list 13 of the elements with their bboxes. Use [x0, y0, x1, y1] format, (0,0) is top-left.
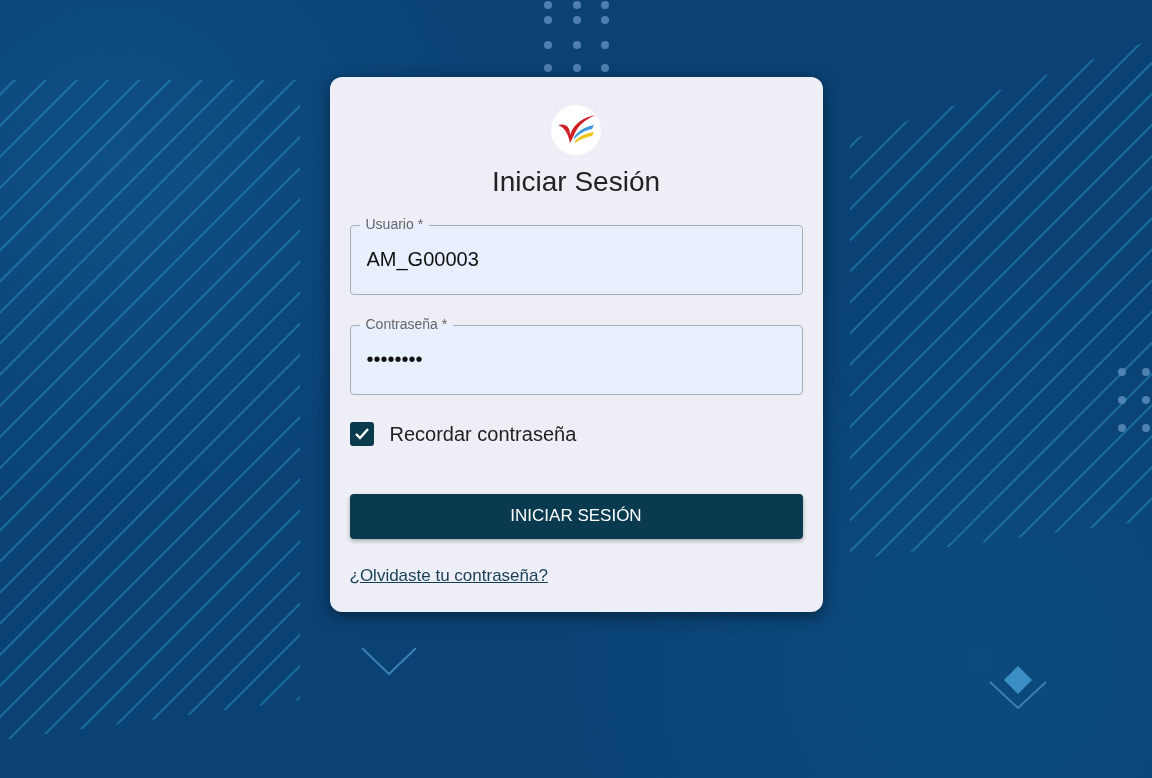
checkmark-icon [353, 426, 370, 441]
login-button[interactable]: INICIAR SESIÓN [349, 493, 803, 539]
chevron-shape [361, 647, 417, 676]
logo-icon [551, 105, 601, 155]
forgot-password-link[interactable]: ¿Olvidaste tu contraseña? [349, 565, 548, 585]
dot-pattern-drawing [544, 1, 609, 72]
diamond-chevron-drawing [989, 666, 1047, 710]
remember-label: Recordar contraseña [389, 421, 577, 447]
remember-checkbox[interactable] [349, 421, 374, 446]
login-title: Iniciar Sesión [490, 165, 662, 199]
field-label: Usuario * [359, 215, 430, 232]
field-label: Contraseña * [359, 315, 454, 332]
dot-pattern-drawing [1118, 368, 1150, 432]
